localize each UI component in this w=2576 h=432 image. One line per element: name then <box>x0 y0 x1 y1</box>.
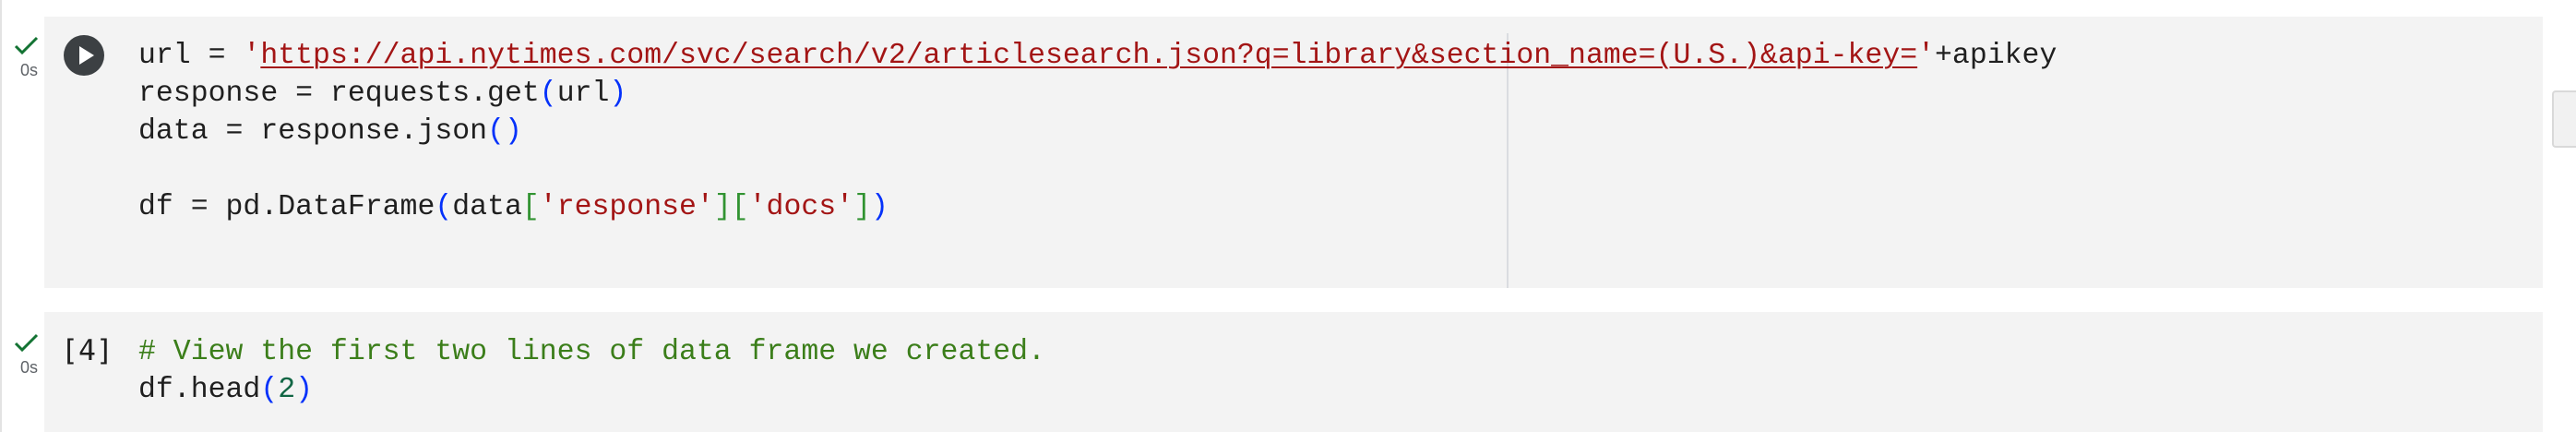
checkmark-icon <box>14 36 39 55</box>
url-link[interactable]: https://api.nytimes.com/svc/search/v2/ar… <box>260 40 1917 72</box>
execution-time: 0s <box>20 61 39 79</box>
code-line-2: response = requests.get(url) <box>138 78 627 110</box>
code-line-1: # View the first two lines of data frame… <box>138 336 1045 368</box>
checkmark-icon <box>14 333 39 353</box>
scrollbar-thumb[interactable] <box>2552 90 2576 148</box>
execution-time: 0s <box>20 358 39 377</box>
run-cell-button[interactable] <box>64 35 104 76</box>
code-editor[interactable] <box>44 312 2543 432</box>
code-line-2: df.head(2) <box>138 374 314 406</box>
execution-count: [4] <box>61 334 113 367</box>
play-circle-icon <box>79 46 94 65</box>
notebook-left-rule <box>0 0 2 432</box>
code-line-1: url = 'https://api.nytimes.com/svc/searc… <box>138 40 2057 72</box>
code-line-5: df = pd.DataFrame(data['response']['docs… <box>138 191 888 223</box>
code-line-3: data = response.json() <box>138 115 522 148</box>
